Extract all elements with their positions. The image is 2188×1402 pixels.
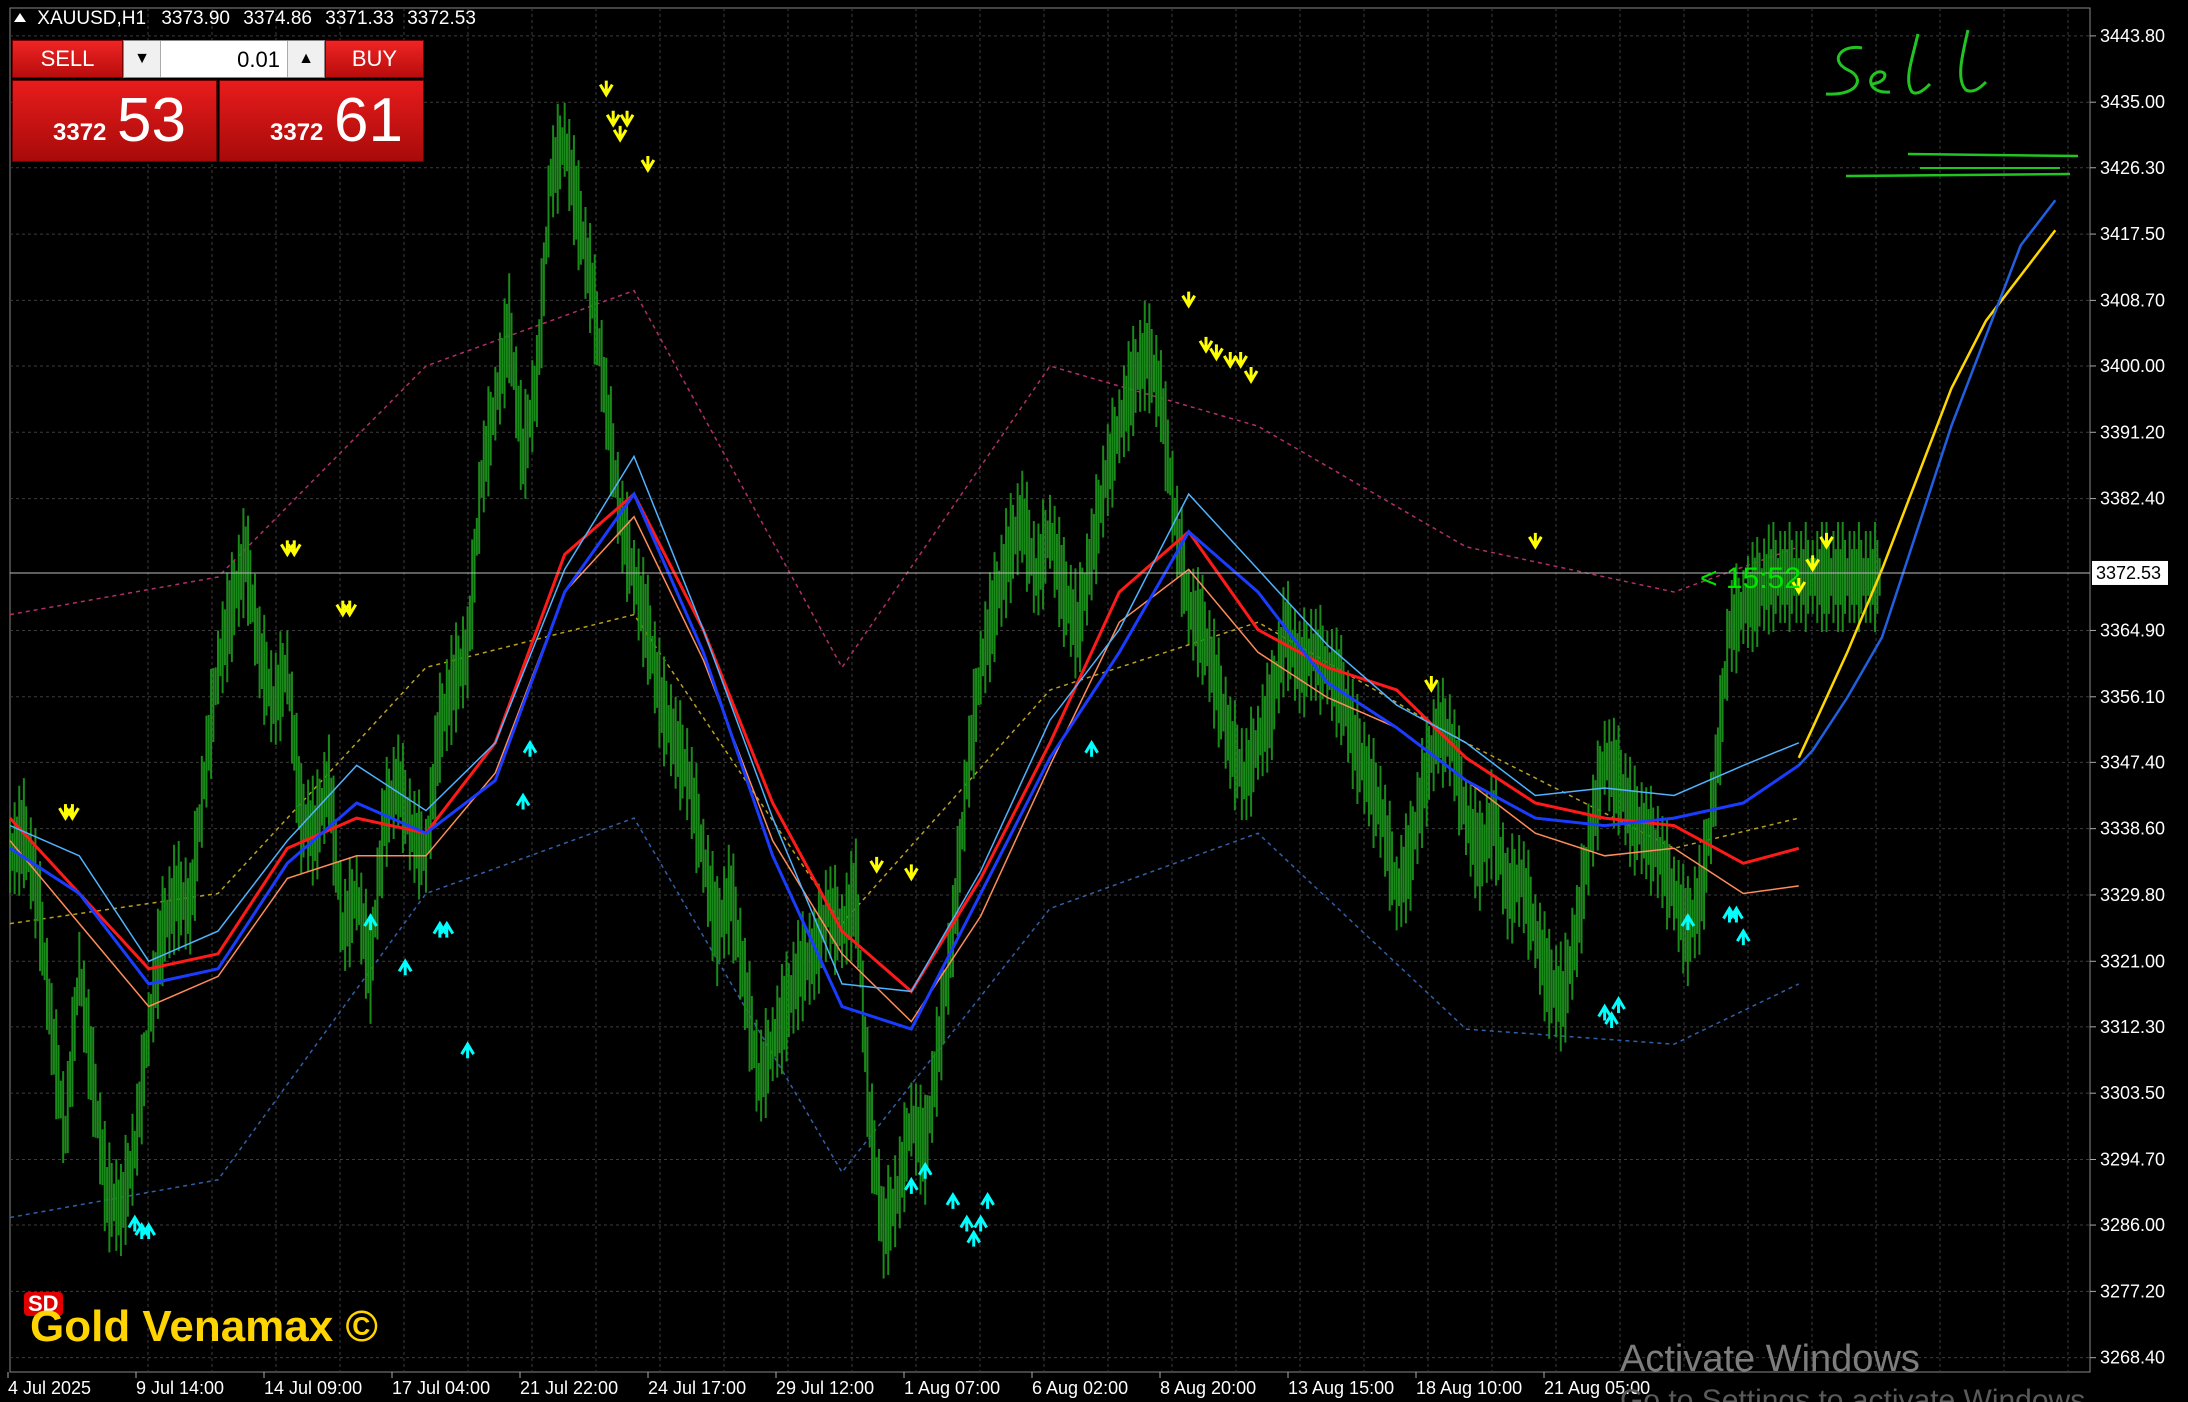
symbol-ohlc-header: XAUUSD,H1 3373.90 3374.86 3371.33 3372.5… [14,8,476,30]
sell-signal-arrow [605,110,621,128]
buy-signal-arrow [1604,1011,1619,1029]
price-tick-label: 3294.70 [2100,1149,2165,1169]
buy-price-minor: 61 [334,86,403,155]
projection-blue-line [1797,199,2057,767]
price-tick-label: 3382.40 [2100,489,2165,509]
time-tick-label: 4 Jul 2025 [8,1378,91,1398]
sell-signal-arrow [869,856,884,874]
band-upper-line [9,289,1800,669]
price-tick-label: 3347.40 [2100,752,2165,772]
time-tick-label: 14 Jul 09:00 [264,1378,362,1398]
price-tick-label: 3356.10 [2100,687,2165,707]
time-tick-label: 29 Jul 12:00 [776,1378,874,1398]
sell-signal-arrow [1209,344,1224,362]
lot-increase-icon[interactable]: ▲ [287,41,324,77]
price-tick-label: 3277.20 [2100,1281,2165,1301]
lot-size-value[interactable]: 0.01 [237,47,280,73]
projection-lines [1797,199,2057,767]
buy-signal-arrow [966,1229,982,1247]
time-tick-label: 24 Jul 17:00 [648,1378,746,1398]
sell-stroke-e [1869,70,1891,94]
sell-price-major: 3372 [53,119,107,146]
buy-price-button[interactable]: 3372 61 [219,80,424,162]
buy-signal-arrow [1084,739,1099,757]
time-tick-label: 6 Aug 02:00 [1032,1378,1128,1398]
price-tick-label: 3408.70 [2100,290,2165,310]
price-chart[interactable]: 3443.80 3435.00 3426.30 3417.50 3408.70 3400.… [0,0,2188,1402]
ohlc-open: 3373.90 [161,8,230,29]
sell-signal-arrow [612,125,628,143]
time-tick-label: 8 Aug 20:00 [1160,1378,1256,1398]
sell-underline-1 [1907,152,2079,158]
price-tick-label: 3268.40 [2100,1348,2165,1368]
sell-stroke-l2 [1959,29,1988,93]
activate-windows-subtitle: Go to Settings to activate Windows. [1620,1384,2094,1402]
time-tick-label: 9 Jul 14:00 [136,1378,224,1398]
price-tick-label: 3286.00 [2100,1215,2165,1235]
lot-decrease-icon[interactable]: ▼ [124,41,161,77]
time-tick-label: 1 Aug 07:00 [904,1378,1000,1398]
projection-yellow-line [1797,229,2057,759]
sell-price-minor: 53 [117,86,186,155]
buy-button[interactable]: BUY [325,40,424,78]
sell-underline-2 [1845,172,2071,178]
buy-signal-arrow [1611,996,1626,1013]
ohlc-low: 3371.33 [325,8,394,29]
time-axis: 4 Jul 2025 9 Jul 14:00 14 Jul 09:00 17 Jul … [7,1372,1650,1398]
price-tick-label: 3329.80 [2100,885,2165,905]
buy-signal-arrow [515,792,531,810]
price-candles [9,102,1881,1279]
buy-signal-arrow [959,1214,975,1232]
sell-stroke-s [1825,45,1863,96]
sell-stroke-l1 [1907,33,1932,95]
time-tick-label: 18 Aug 10:00 [1416,1378,1522,1398]
sell-signal-arrow [1424,676,1439,693]
lot-size-field[interactable]: ▼ 0.01 ▲ [123,40,325,78]
buy-signal-arrow [522,739,538,757]
bar-countdown: < 15:52 [1700,562,1801,595]
sell-signal-arrow [619,110,635,128]
one-click-trade-panel: SELL ▼ 0.01 ▲ BUY 3372 53 3372 61 [12,40,424,162]
sell-signal-arrow [1222,351,1238,369]
collapse-triangle-icon[interactable] [14,13,26,22]
buy-signal-arrow [973,1214,988,1232]
price-tick-label: 3321.00 [2100,951,2165,971]
price-tick-label: 3312.30 [2100,1017,2165,1037]
time-tick-label: 21 Jul 22:00 [520,1378,618,1398]
price-tick-label: 3364.90 [2100,620,2165,640]
price-tick-label: 3417.50 [2100,224,2165,244]
buy-signal-arrow [945,1191,961,1209]
ohlc-close: 3372.53 [407,8,476,29]
signal-arrows [58,80,1834,1247]
sell-price-button[interactable]: 3372 53 [12,80,217,162]
buy-price-major: 3372 [270,119,324,146]
price-tick-label: 3435.00 [2100,92,2165,112]
price-tick-label: 3338.60 [2100,819,2165,839]
brand-name: Gold Venamax © [30,1302,378,1351]
current-price-label: 3372.53 [2096,563,2161,583]
sell-signal-arrow [1243,367,1259,384]
price-tick-label: 3426.30 [2100,158,2165,178]
sell-button[interactable]: SELL [12,40,123,78]
sell-signal-arrow [1181,291,1196,309]
price-tick-label: 3443.80 [2100,26,2165,46]
sell-signal-arrow [598,80,614,98]
ohlc-high: 3374.86 [243,8,312,29]
handwritten-sell-annotation [1825,29,2079,178]
price-tick-label: 3303.50 [2100,1083,2165,1103]
price-tick-label: 3400.00 [2100,356,2165,376]
time-tick-label: 13 Aug 15:00 [1288,1378,1394,1398]
envelope-bands [9,289,1800,1219]
time-tick-label: 17 Jul 04:00 [392,1378,490,1398]
sell-signal-arrow [1528,532,1543,550]
symbol-label: XAUUSD,H1 [37,8,147,29]
activate-windows-title: Activate Windows [1620,1338,1920,1380]
buy-signal-arrow [980,1191,995,1209]
buy-signal-arrow [460,1041,475,1059]
price-tick-label: 3391.20 [2100,422,2165,442]
buy-signal-arrow [397,958,413,976]
